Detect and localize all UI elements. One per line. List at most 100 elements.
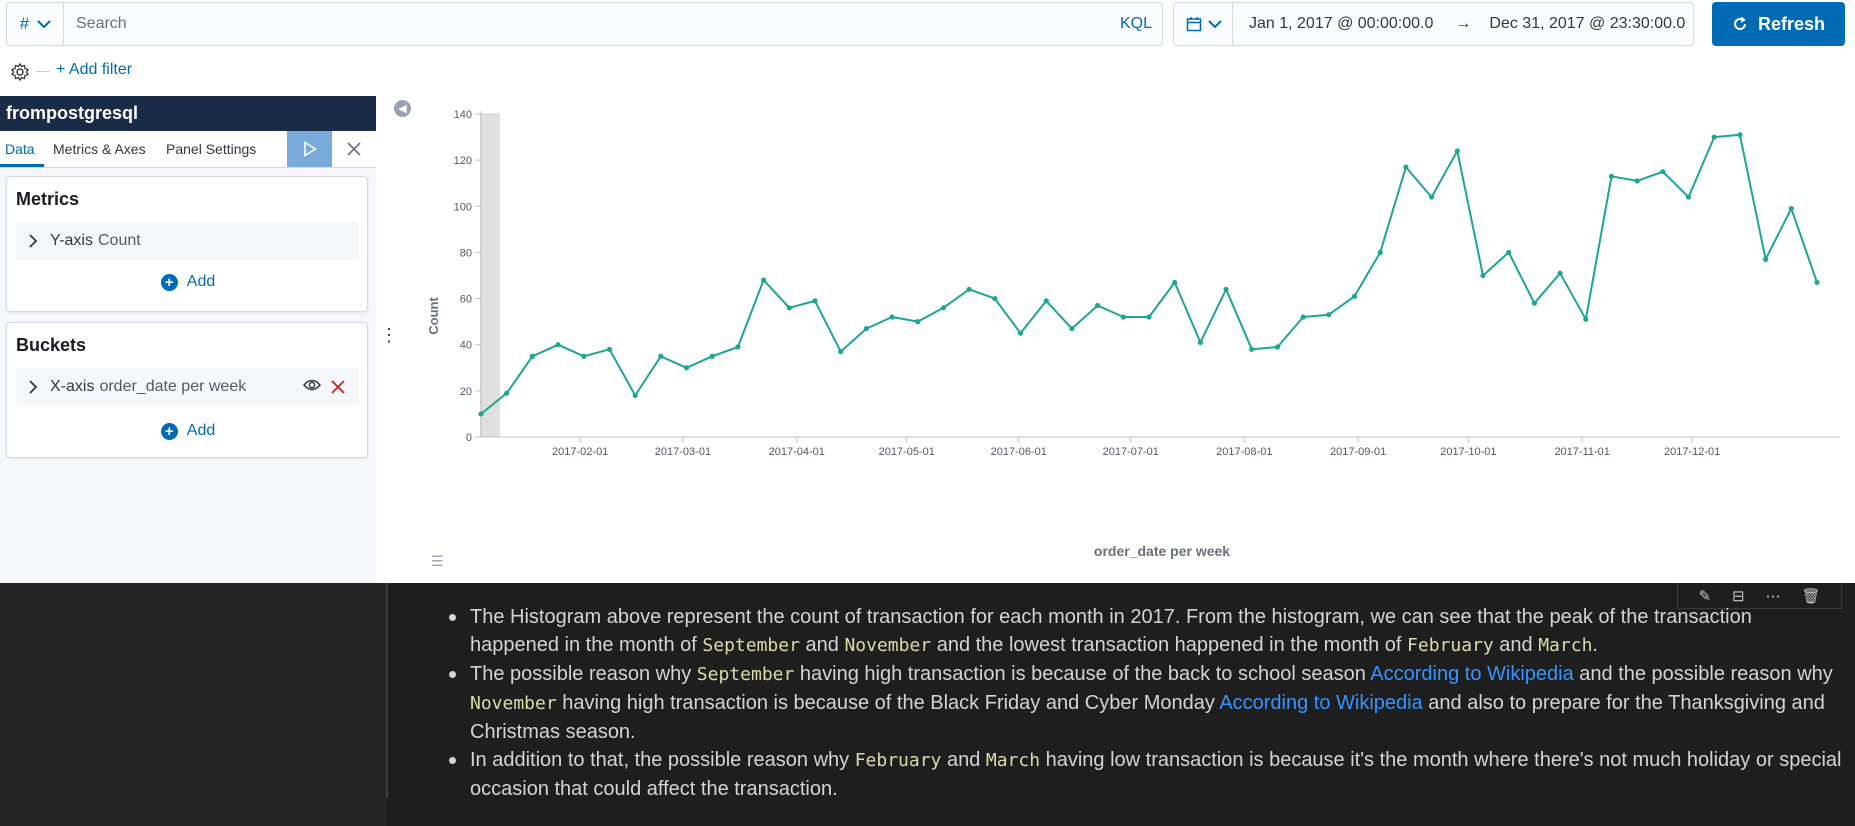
data-point [940,305,947,311]
data-point [1454,148,1460,154]
data-point [658,353,664,359]
data-point [1480,272,1486,279]
x-axis-label: order_date per week [1094,543,1230,559]
data-point [1017,330,1024,336]
data-point [889,314,895,320]
apply-changes-button[interactable] [287,131,332,167]
date-quick-menu-button[interactable] [1173,2,1233,46]
data-point [1095,302,1101,309]
data-point [1377,249,1383,256]
inline-code: September [696,664,795,685]
tab-data[interactable]: Data [5,141,35,157]
search-input[interactable] [76,3,1076,45]
y-tick-label: 0 [466,432,472,444]
x-tick-label: 2017-03-01 [655,446,711,458]
data-point [1172,279,1178,286]
data-point [1737,132,1743,138]
x-tick-label: 2017-08-01 [1216,446,1272,458]
data-point [915,319,921,325]
x-tick-label: 2017-09-01 [1330,446,1386,458]
chevron-down-icon [37,20,51,29]
agg-axis-label: X-axis [50,378,95,395]
x-tick-label: 2017-02-01 [552,446,608,458]
more-icon[interactable]: ⋯ [1766,587,1781,605]
notebook-left-pane [0,583,386,826]
x-tick-label: 2017-07-01 [1103,446,1159,458]
data-point [1197,339,1203,346]
remove-icon[interactable] [331,380,345,394]
data-point [992,295,998,302]
chevron-right-icon[interactable] [28,234,38,248]
bullet-text: and the lowest transaction happened in t… [931,634,1408,656]
x-tick-label: 2017-05-01 [879,446,935,458]
data-point [1300,314,1306,320]
editor-sidebar: frompostgresql Data Metrics & Axes Panel… [0,96,376,583]
add-bucket-button[interactable]: + Add [7,422,369,440]
legend-toggle-icon[interactable]: ☰ [431,553,444,570]
gear-icon[interactable] [10,62,30,82]
x-tick-label: 2017-12-01 [1664,446,1720,458]
query-bar: # KQL Jan 1, 2017 @ 00:00:00.0 → Dec 31,… [0,0,1855,50]
bullet-text: and [941,749,986,771]
date-end[interactable]: Dec 31, 2017 @ 23:30:00.0 [1489,15,1685,33]
data-point [478,411,484,417]
refresh-icon [1733,16,1746,30]
chevron-down-icon [1207,20,1222,29]
chevron-right-icon[interactable] [28,380,38,394]
inline-code: November [470,693,557,714]
y-tick-label: 100 [454,201,472,213]
filter-divider: — [36,62,50,78]
add-label: Add [186,273,216,290]
data-point [504,390,510,396]
data-point [1557,270,1563,276]
data-point [1146,314,1152,320]
notebook-markdown-cell: ✎ ⊟ ⋯ 🗑 The Histogram above represent th… [0,583,1855,826]
data-point [966,286,972,292]
data-point [581,353,587,359]
sidebar-resize-kebab-icon[interactable]: ⋮ [380,326,398,344]
y-axis-count-row[interactable]: Y-axis Count [16,222,359,260]
data-point [1120,314,1126,320]
tab-panel-settings[interactable]: Panel Settings [166,141,256,157]
wikipedia-link[interactable]: According to Wikipedia [1219,692,1422,714]
wikipedia-link[interactable]: According to Wikipedia [1370,663,1573,685]
data-point [1583,316,1589,322]
bullet-text: having high transaction is because of th… [794,663,1371,685]
data-point [1043,298,1049,304]
x-tick-label: 2017-04-01 [769,446,825,458]
data-point [735,344,741,350]
date-start[interactable]: Jan 1, 2017 @ 00:00:00.0 [1249,15,1433,33]
x-axis-bucket-row[interactable]: X-axis order_date per week [16,368,359,406]
date-arrow: → [1455,15,1472,32]
data-point [812,298,818,304]
line-chart: 0 20 40 60 80 100 120 140 2017-02-01 2017-03-01 20… [426,109,1840,559]
inline-code: February [1407,635,1494,656]
query-language-button[interactable]: # [6,2,64,46]
add-metric-button[interactable]: + Add [7,273,369,291]
sidebar-tabs: Data Metrics & Axes Panel Settings [0,131,376,168]
data-point [1763,256,1769,262]
pencil-icon[interactable]: ✎ [1698,587,1711,605]
eye-icon[interactable] [303,378,321,392]
data-point [1506,249,1512,256]
refresh-button[interactable]: Refresh [1712,2,1845,46]
data-point [1531,300,1537,306]
buckets-title: Buckets [16,335,87,355]
collapse-sidebar-icon[interactable]: ◀ [394,100,411,117]
data-point [786,305,792,311]
refresh-label: Refresh [1757,13,1826,34]
tab-metrics-axes[interactable]: Metrics & Axes [53,141,146,157]
bullet-item: The Histogram above represent the count … [449,603,1845,660]
bullet-text: and [799,634,845,656]
discard-changes-button[interactable] [342,137,366,161]
add-filter-button[interactable]: + Add filter [56,61,132,79]
trash-icon[interactable]: 🗑 [1801,587,1820,605]
inline-code: September [702,635,800,656]
kql-toggle[interactable]: KQL [1120,15,1152,33]
bullet-text: and the possible reason why [1573,663,1833,685]
data-point [863,325,869,332]
search-field-wrapper: KQL [63,2,1163,46]
split-cell-icon[interactable]: ⊟ [1732,587,1745,605]
chart-series [478,132,1820,417]
bullet-text: . [1592,634,1598,656]
